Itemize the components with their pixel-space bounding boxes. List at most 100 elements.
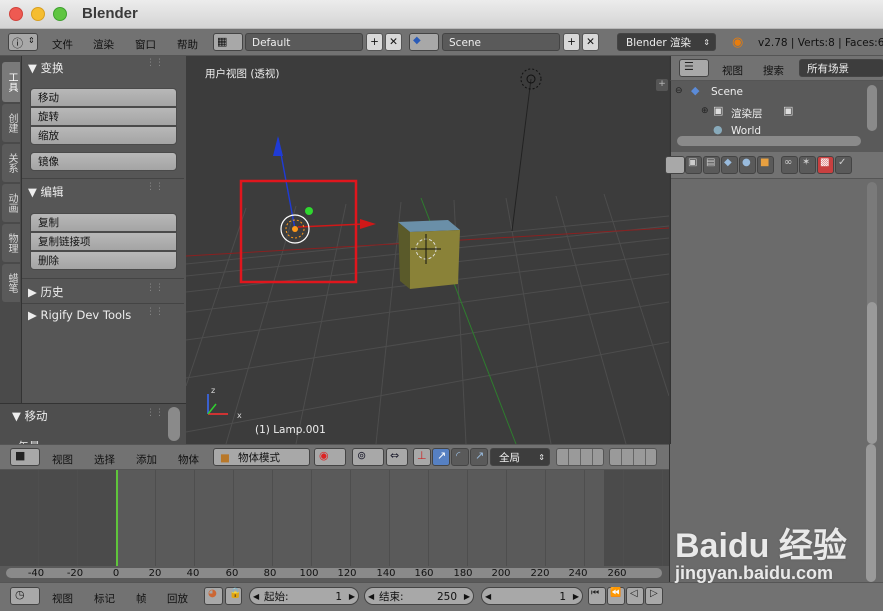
tab-physics[interactable]: 物理 (2, 224, 20, 262)
x-manipulator-arrow[interactable] (360, 219, 376, 229)
viewport-shading-dropdown[interactable]: ◉ (314, 448, 346, 466)
edit-panel-header[interactable]: ▼ 编辑 (28, 184, 64, 200)
scene-tab[interactable]: ◆ (721, 156, 738, 174)
texture-tab[interactable]: ✓ (835, 156, 852, 174)
tab-animation[interactable]: 动画 (2, 184, 20, 222)
render-engine-dropdown[interactable]: Blender 渲染 ⇕ (617, 33, 716, 51)
render-tab[interactable]: ▣ (685, 156, 702, 174)
prev-keyframe-button[interactable]: ⏪ (607, 587, 625, 605)
collapse-icon[interactable]: ⊖ (675, 86, 683, 96)
add-scene-button[interactable]: + (563, 33, 580, 51)
decrement-icon[interactable]: ◀ (485, 588, 491, 606)
timeline-menu-view[interactable]: 视图 (52, 591, 73, 606)
current-frame-field[interactable]: ◀ 1 ▶ (481, 587, 583, 605)
render-layers-tab[interactable]: ▤ (703, 156, 720, 174)
scene-layers-row[interactable] (609, 448, 657, 466)
cube-object[interactable] (398, 220, 460, 289)
end-frame-field[interactable]: ◀ 结束: 250 ▶ (364, 587, 474, 605)
tab-relations[interactable]: 关系 (2, 144, 20, 182)
object-data-tab[interactable]: ✶ (799, 156, 816, 174)
screen-layout-selector[interactable]: ▦ (213, 33, 243, 51)
outliner-item-render-layers[interactable]: 渲染层 (731, 106, 763, 121)
remove-scene-button[interactable]: ✕ (582, 33, 599, 51)
viewport-editor-type-button[interactable]: ■ (10, 448, 40, 466)
layout-name-field[interactable]: Default (245, 33, 363, 51)
viewport-menu-add[interactable]: 添加 (136, 452, 157, 467)
menu-window[interactable]: 窗口 (135, 37, 156, 52)
properties-editor-type-button[interactable] (665, 156, 685, 174)
info-editor-type-button[interactable]: ⓘ ⇕ (8, 33, 38, 51)
timeline-menu-frame[interactable]: 帧 (136, 591, 147, 606)
decrement-icon[interactable]: ◀ (368, 588, 374, 606)
preview-range-toggle[interactable]: ◕ (204, 587, 223, 605)
lock-range-toggle[interactable]: 🔒 (225, 587, 242, 605)
constraints-tab[interactable]: ∞ (781, 156, 798, 174)
object-tab[interactable]: ■ (757, 156, 774, 174)
transform-orientation-dropdown[interactable]: 全局 ⇕ (490, 448, 550, 466)
menu-file[interactable]: 文件 (52, 37, 73, 52)
duplicate-button[interactable]: 复制 (30, 213, 177, 232)
add-layout-button[interactable]: + (366, 33, 383, 51)
duplicate-linked-button[interactable]: 复制链接项 (30, 232, 177, 251)
rotate-manipulator-button[interactable]: ◜ (451, 448, 469, 466)
point-lamp[interactable] (280, 214, 310, 244)
minimize-window-button[interactable] (31, 7, 45, 21)
viewport-menu-view[interactable]: 视图 (52, 452, 73, 467)
properties-scrollbar[interactable] (867, 302, 877, 444)
z-manipulator-arrow[interactable] (273, 136, 283, 156)
y-manipulator-handle[interactable] (305, 207, 313, 215)
translate-manipulator-button[interactable]: ↗ (432, 448, 450, 466)
viewport-menu-select[interactable]: 选择 (94, 452, 115, 467)
maximize-window-button[interactable] (53, 7, 67, 21)
play-button[interactable]: ▷ (645, 587, 663, 605)
menu-help[interactable]: 帮助 (177, 37, 198, 52)
scene-selector[interactable]: ◆ (409, 33, 439, 51)
drag-handle-icon[interactable]: ⋮⋮ (146, 283, 164, 293)
outliner-editor-type-button[interactable]: ☰ (679, 59, 709, 77)
drag-handle-icon[interactable]: ⋮⋮ (146, 182, 164, 192)
increment-icon[interactable]: ▶ (573, 588, 579, 606)
scale-manipulator-button[interactable]: ↗ (470, 448, 488, 466)
mirror-button[interactable]: 镜像 (30, 152, 177, 171)
manipulator-toggle[interactable]: ⇔ (386, 448, 408, 466)
scene-name-field[interactable]: Scene (442, 33, 560, 51)
decrement-icon[interactable]: ◀ (253, 588, 259, 606)
timeline-menu-marker[interactable]: 标记 (94, 591, 115, 606)
operator-panel-header[interactable]: ▼ 移动 (12, 408, 48, 424)
increment-icon[interactable]: ▶ (349, 588, 355, 606)
jump-start-button[interactable]: ⏮ (588, 587, 606, 605)
outliner-item-scene[interactable]: Scene (711, 86, 743, 98)
drag-handle-icon[interactable]: ⋮⋮ (146, 307, 164, 317)
translate-button[interactable]: 移动 (30, 88, 177, 107)
3d-viewport[interactable]: z x 用户视图 (透视) (1) Lamp.001 + (186, 56, 669, 444)
operator-panel-scrollbar[interactable] (168, 407, 180, 441)
timeline-menu-playback[interactable]: 回放 (167, 591, 188, 606)
outliner-vertical-scrollbar[interactable] (867, 85, 877, 131)
close-window-button[interactable] (9, 7, 23, 21)
menu-render[interactable]: 渲染 (93, 37, 114, 52)
drag-handle-icon[interactable]: ⋮⋮ (146, 408, 164, 418)
expand-icon[interactable]: ⊕ (701, 106, 709, 116)
properties-region-toggle[interactable]: + (656, 79, 668, 91)
outliner-display-mode-dropdown[interactable]: 所有场景 (799, 59, 883, 77)
increment-icon[interactable]: ▶ (464, 588, 470, 606)
outliner-menu-search[interactable]: 搜索 (763, 63, 784, 78)
tab-grease-pencil[interactable]: 蜡笔 (2, 264, 20, 302)
remove-layout-button[interactable]: ✕ (385, 33, 402, 51)
rotate-button[interactable]: 旋转 (30, 107, 177, 126)
mode-dropdown[interactable]: ■ 物体模式 (213, 448, 310, 466)
scale-button[interactable]: 缩放 (30, 126, 177, 145)
rigify-panel-header[interactable]: ▶ Rigify Dev Tools (28, 308, 131, 322)
tab-tools[interactable]: 工具 (2, 62, 20, 102)
timeline-scrollbar[interactable] (6, 568, 662, 578)
delete-button[interactable]: 删除 (30, 251, 177, 270)
outliner-menu-view[interactable]: 视图 (722, 63, 743, 78)
pivot-point-dropdown[interactable]: ⊚ (352, 448, 384, 466)
timeline-editor-type-button[interactable]: ◷ (10, 587, 40, 605)
manipulator-widget-button[interactable]: ⊥ (413, 448, 431, 466)
current-frame-indicator[interactable] (116, 470, 118, 566)
timeline-area[interactable] (0, 470, 669, 582)
material-tab[interactable]: ▩ (817, 156, 834, 174)
world-tab[interactable]: ● (739, 156, 756, 174)
outliner-horizontal-scrollbar[interactable] (677, 136, 861, 146)
